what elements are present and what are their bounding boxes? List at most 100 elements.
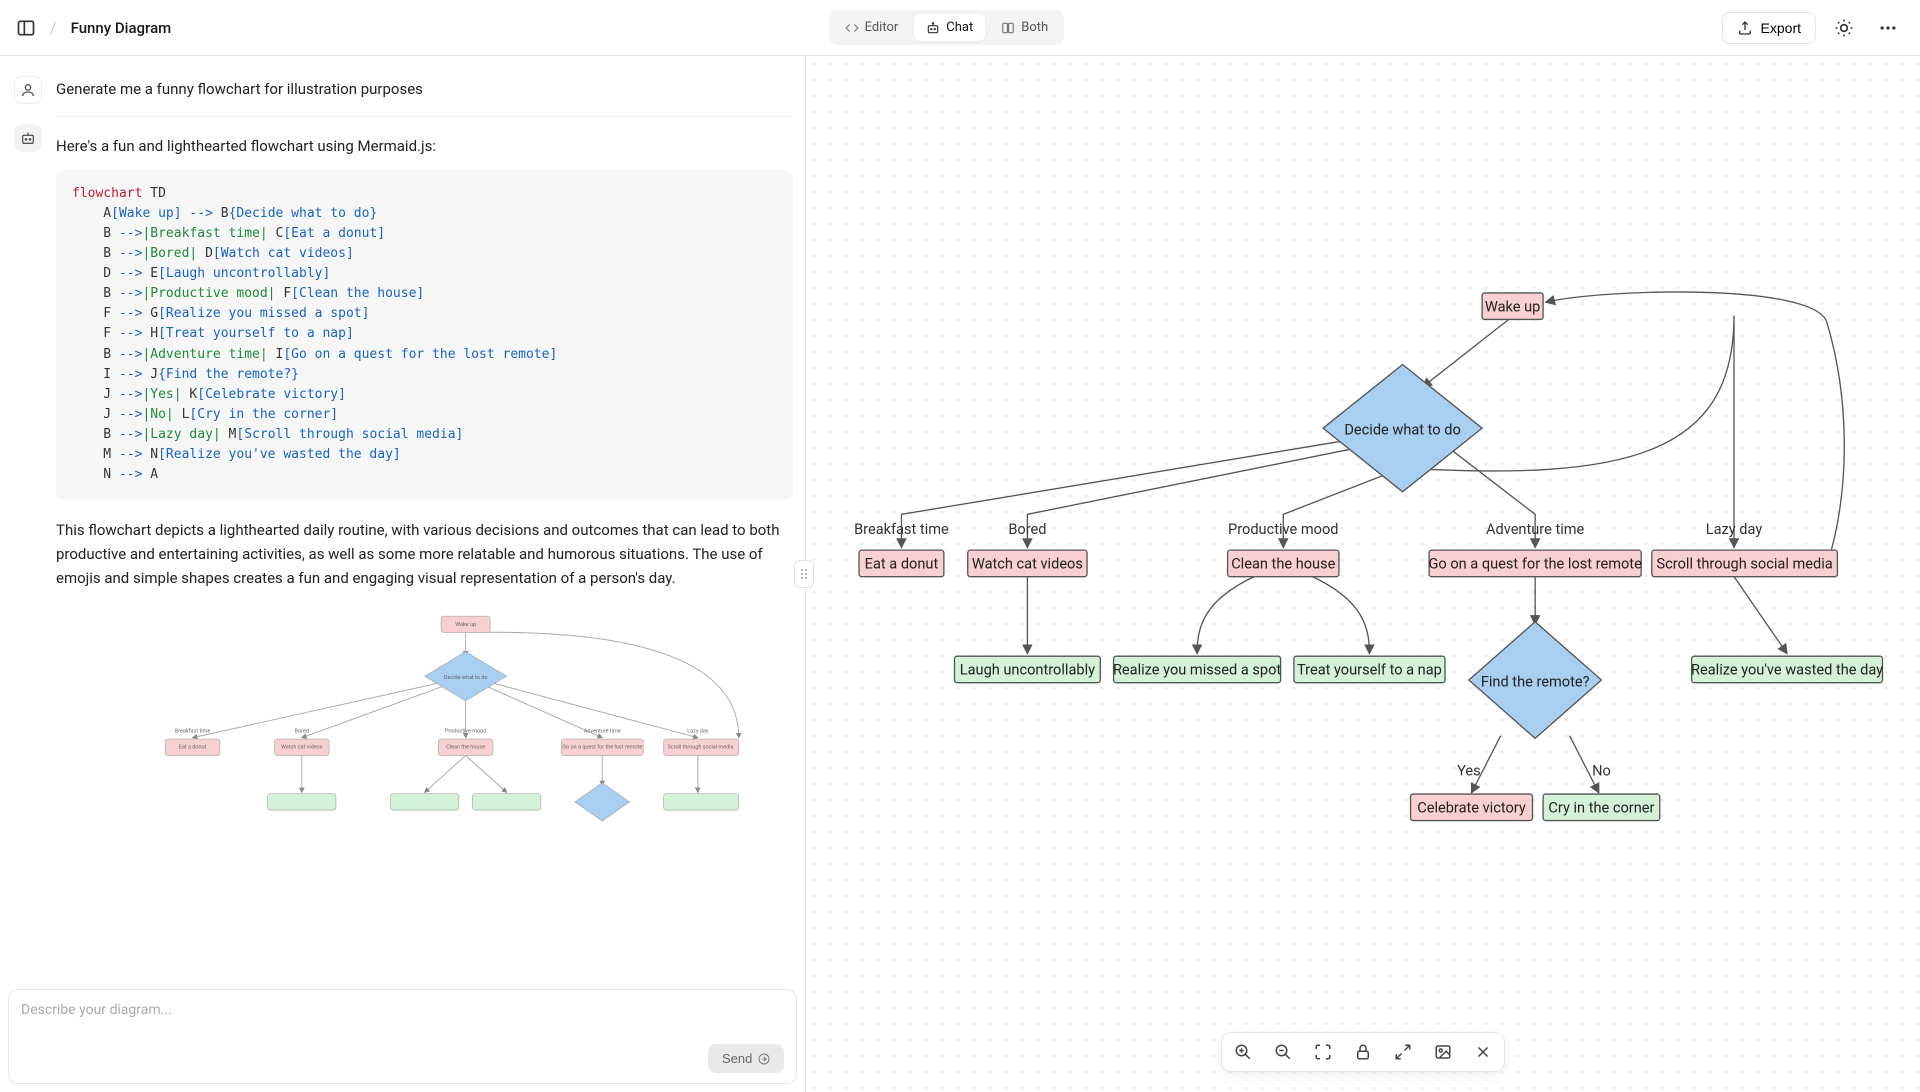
node-quest-remote[interactable]: Go on a quest for the lost remote [1429,550,1643,577]
columns-icon [1001,21,1015,35]
lock-icon [1354,1043,1372,1061]
image-button[interactable] [1432,1041,1454,1063]
arrow-right-circle-icon [758,1053,770,1065]
breadcrumb-separator: / [50,18,57,37]
svg-text:Laugh uncontrollably: Laugh uncontrollably [960,661,1095,679]
svg-text:Treat yourself to a nap: Treat yourself to a nap [1297,661,1442,679]
user-avatar [14,76,42,104]
document-title[interactable]: Funny Diagram [71,19,172,37]
node-wasted-day[interactable]: Realize you've wasted the day [1691,656,1883,683]
svg-text:Clean the house: Clean the house [446,744,485,750]
svg-text:Lazy day: Lazy day [687,728,709,734]
diagram-canvas[interactable]: Breakfast time Bored Productive mood Adv… [806,56,1920,1092]
svg-text:Cry in the corner: Cry in the corner [1549,798,1655,816]
upload-icon [1737,20,1753,36]
node-wake-up[interactable]: Wake up [1483,293,1544,320]
zoom-out-button[interactable] [1272,1041,1294,1063]
sun-icon [1834,18,1854,38]
bot-intro-text: Here's a fun and lighthearted flowchart … [56,135,793,158]
send-label: Send [722,1051,752,1066]
node-laugh[interactable]: Laugh uncontrollably [955,656,1101,683]
flowchart-diagram: Breakfast time Bored Productive mood Adv… [806,56,1920,1092]
edge-label-yes: Yes [1457,762,1481,780]
pane-resize-handle[interactable] [794,560,814,588]
image-icon [1434,1043,1452,1061]
svg-text:Watch cat videos: Watch cat videos [281,744,323,750]
more-horizontal-icon [1878,18,1898,38]
tab-editor-label: Editor [865,20,899,35]
tab-both[interactable]: Both [989,14,1060,41]
svg-text:Scroll through social media: Scroll through social media [668,744,734,750]
chat-pane: Generate me a funny flowchart for illust… [0,56,806,1092]
svg-text:Decide what to do: Decide what to do [1345,421,1461,439]
user-icon [20,82,36,98]
maximize-icon [1314,1043,1332,1061]
svg-text:Watch cat videos: Watch cat videos [972,555,1083,573]
expand-button[interactable] [1392,1041,1414,1063]
tab-chat-label: Chat [946,20,973,35]
lock-button[interactable] [1352,1041,1374,1063]
bot-icon [20,130,36,146]
svg-text:Productive mood: Productive mood [445,728,486,734]
close-button[interactable] [1472,1041,1494,1063]
code-icon [845,21,859,35]
zoom-in-icon [1234,1043,1252,1061]
expand-icon [1394,1043,1412,1061]
svg-text:Go on a quest for the lost rem: Go on a quest for the lost remote [1429,555,1643,573]
svg-text:Wake up: Wake up [455,621,476,627]
node-cry[interactable]: Cry in the corner [1543,794,1660,821]
view-mode-tabs: Editor Chat Both [829,10,1065,45]
node-scroll-social[interactable]: Scroll through social media [1652,550,1838,577]
edge-label-productive: Productive mood [1228,520,1338,538]
message-composer: Send [8,989,797,1084]
node-cat-videos[interactable]: Watch cat videos [968,550,1087,577]
zoom-out-icon [1274,1043,1292,1061]
close-icon [1474,1043,1492,1061]
panel-toggle-icon[interactable] [16,18,36,38]
svg-text:Find the remote?: Find the remote? [1481,673,1590,691]
svg-text:Decide what to do: Decide what to do [444,675,488,681]
node-decide[interactable]: Decide what to do [1323,365,1482,492]
tab-both-label: Both [1021,20,1048,35]
user-message-text: Generate me a funny flowchart for illust… [56,76,793,104]
export-button[interactable]: Export [1722,12,1816,44]
node-celebrate[interactable]: Celebrate victory [1411,794,1533,821]
bot-avatar [14,124,42,152]
node-find-remote[interactable]: Find the remote? [1469,622,1602,739]
more-menu-button[interactable] [1872,12,1904,44]
tab-chat[interactable]: Chat [914,14,985,41]
svg-text:Realize you've wasted the day: Realize you've wasted the day [1691,661,1883,679]
svg-text:Eat a donut: Eat a donut [179,744,207,750]
svg-text:Go on a quest for the lost rem: Go on a quest for the lost remote [562,743,642,750]
app-header: / Funny Diagram Editor Chat Both [0,0,1920,56]
theme-toggle-button[interactable] [1828,12,1860,44]
svg-text:Eat a donut: Eat a donut [865,555,939,573]
svg-text:Celebrate victory: Celebrate victory [1418,798,1527,816]
zoom-in-button[interactable] [1232,1041,1254,1063]
node-eat-donut[interactable]: Eat a donut [859,550,944,577]
edge-label-bored: Bored [1009,520,1047,538]
canvas-toolbar [1221,1032,1505,1072]
fit-screen-button[interactable] [1312,1041,1334,1063]
edge-label-lazy: Lazy day [1706,520,1763,538]
svg-text:Adventure time: Adventure time [584,728,621,734]
node-clean-house[interactable]: Clean the house [1228,550,1339,577]
bot-explanation-text: This flowchart depicts a lighthearted da… [56,518,793,590]
svg-text:Bored: Bored [295,728,309,734]
node-missed-spot[interactable]: Realize you missed a spot [1113,656,1281,683]
node-nap[interactable]: Treat yourself to a nap [1294,656,1445,683]
mermaid-code-block[interactable]: flowchart TD A[Wake up] --> B{Decide wha… [56,170,793,500]
export-label: Export [1761,20,1801,36]
tab-editor[interactable]: Editor [833,14,911,41]
svg-text:Breakfast time: Breakfast time [175,727,211,734]
svg-text:Realize you missed a spot: Realize you missed a spot [1113,661,1281,679]
edge-label-adventure: Adventure time [1486,520,1585,538]
bot-icon [926,21,940,35]
composer-input[interactable] [21,1002,784,1034]
svg-text:Scroll through social media: Scroll through social media [1657,555,1833,573]
bot-message: Here's a fun and lighthearted flowchart … [14,124,793,840]
diagram-thumbnail: Wake up Decide what to do Breakfast time… [56,608,793,840]
edge-label-breakfast: Breakfast time [854,520,949,538]
send-button[interactable]: Send [708,1044,784,1073]
svg-text:Wake up: Wake up [1485,297,1540,315]
